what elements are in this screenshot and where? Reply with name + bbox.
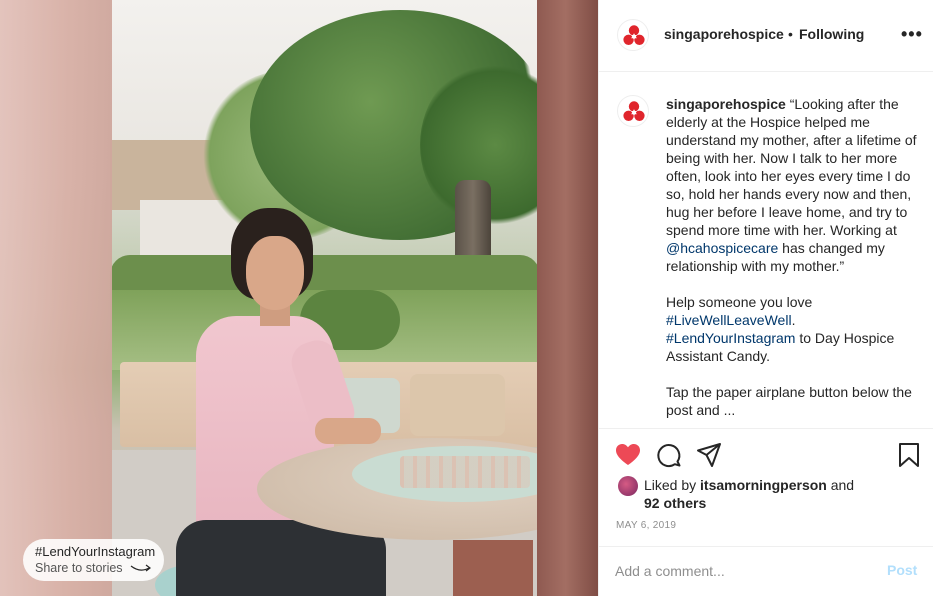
- likes-summary: Liked by itsamorningperson and 92 others: [644, 476, 894, 512]
- post-date[interactable]: MAY 6, 2019: [616, 520, 676, 531]
- separator-dot: •: [788, 26, 793, 42]
- follow-status-button[interactable]: Following: [799, 26, 864, 42]
- caption-username[interactable]: singaporehospice: [666, 96, 786, 112]
- caption-mention-link[interactable]: @hcahospicecare: [666, 240, 778, 256]
- comment-input[interactable]: [615, 561, 865, 581]
- likes-others-link[interactable]: 92 others: [644, 495, 706, 511]
- post-username[interactable]: singaporehospice: [664, 26, 784, 42]
- post-header: singaporehospice • Following •••: [599, 0, 933, 72]
- post-caption: singaporehospice “Looking after the elde…: [666, 95, 922, 419]
- heart-icon[interactable]: [614, 441, 642, 469]
- caption-text: “Looking after the elderly at the Hospic…: [666, 96, 917, 238]
- post-actions: Liked by itsamorningperson and 92 others…: [599, 428, 933, 546]
- post-side-panel: singaporehospice • Following ••• singapo…: [598, 0, 933, 596]
- hospice-logo-icon: [623, 25, 645, 45]
- photo-table-leg: [453, 540, 533, 596]
- photo-person-hands: [315, 418, 381, 444]
- comment-icon[interactable]: [655, 441, 683, 469]
- share-badge-hashtag: #LendYourInstagram: [35, 544, 156, 559]
- share-to-stories-badge[interactable]: #LendYourInstagram Share to stories: [23, 539, 164, 581]
- likes-prefix: Liked by: [644, 477, 701, 493]
- caption-text: Help someone you love: [666, 294, 813, 310]
- post-comment-button[interactable]: Post: [887, 562, 917, 578]
- more-options-icon[interactable]: •••: [901, 24, 923, 45]
- photo-pillar: [0, 0, 112, 596]
- caption-area: singaporehospice “Looking after the elde…: [599, 73, 933, 428]
- post-photo[interactable]: #LendYourInstagram Share to stories: [0, 0, 598, 596]
- liker-avatar[interactable]: [618, 476, 638, 496]
- caption-text: Tap the paper airplane button below the …: [666, 384, 912, 418]
- photo-wall-panel: [410, 374, 505, 436]
- paper-airplane-icon[interactable]: [695, 441, 723, 469]
- likes-middle: and: [826, 477, 855, 493]
- comment-bar: Post: [599, 546, 933, 596]
- caption-text: .: [791, 312, 796, 328]
- photo-pillar: [537, 0, 598, 596]
- caption-hashtag-link[interactable]: #LiveWellLeaveWell: [666, 312, 792, 328]
- caption-hashtag-link[interactable]: #LendYourInstagram: [666, 330, 795, 346]
- curved-arrow-icon: [130, 564, 151, 572]
- bookmark-icon[interactable]: [895, 441, 923, 469]
- photo-table-chessboard: [400, 456, 530, 488]
- avatar[interactable]: [617, 95, 649, 127]
- avatar[interactable]: [617, 19, 649, 51]
- photo-person-face: [246, 236, 304, 310]
- liker-username[interactable]: itsamorningperson: [700, 477, 827, 493]
- hospice-logo-icon: [623, 101, 645, 121]
